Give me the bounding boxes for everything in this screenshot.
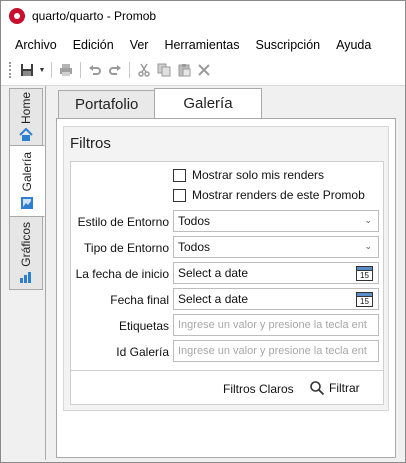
calendar-icon[interactable]: 15 [356, 266, 373, 281]
delete-icon[interactable] [195, 61, 213, 79]
dropdown-arrow-icon[interactable]: ▼ [38, 61, 46, 79]
menu-edicion[interactable]: Edición [65, 38, 122, 52]
chart-icon [20, 272, 31, 284]
only-my-renders-row[interactable]: Mostrar solo mis renders [173, 168, 324, 182]
tags-label: Etiquetas [118, 319, 169, 333]
calendar-day: 15 [360, 271, 369, 280]
copy-icon[interactable] [155, 61, 173, 79]
filters-title: Filtros [70, 135, 111, 152]
start-date-picker[interactable]: Select a date 15 [173, 262, 379, 284]
redo-icon[interactable] [106, 61, 124, 79]
start-date-label: La fecha de inicio [75, 267, 169, 281]
calendar-day: 15 [360, 297, 369, 306]
environment-style-select[interactable]: Todos ⌄ [173, 210, 379, 232]
this-promob-renders-label: Mostrar renders de este Promob [192, 188, 365, 202]
tab-portafolio[interactable]: Portafolio [58, 90, 156, 118]
menu-suscripcion[interactable]: Suscripción [247, 38, 328, 52]
environment-style-value: Todos [178, 214, 211, 228]
calendar-icon[interactable]: 15 [356, 292, 373, 307]
only-my-renders-label: Mostrar solo mis renders [192, 168, 325, 182]
filter-button-label: Filtrar [329, 381, 360, 395]
this-promob-renders-row[interactable]: Mostrar renders de este Promob [173, 188, 365, 202]
environment-type-value: Todos [178, 240, 211, 254]
environment-type-select[interactable]: Todos ⌄ [173, 236, 379, 258]
chevron-down-icon: ⌄ [364, 215, 372, 225]
environment-style-label: Estilo de Entorno [77, 215, 169, 229]
promob-logo-icon [9, 8, 25, 24]
only-my-renders-checkbox[interactable] [173, 168, 186, 182]
end-date-label: Fecha final [110, 293, 169, 307]
chevron-down-icon: ⌄ [364, 241, 372, 251]
side-tab-graficos-label: Gráficos [19, 221, 33, 267]
main-panel: Portafolio Galería Filtros Mostrar solo … [45, 86, 397, 460]
toolbar-separator [129, 62, 130, 78]
cut-icon[interactable] [135, 61, 153, 79]
toolbar-separator [51, 62, 52, 78]
menu-ayuda[interactable]: Ayuda [328, 38, 379, 52]
end-date-value: Select a date [178, 292, 249, 306]
environment-type-label: Tipo de Entorno [84, 241, 169, 255]
print-icon[interactable] [57, 61, 75, 79]
save-icon[interactable] [18, 61, 36, 79]
menu-archivo[interactable]: Archivo [7, 38, 65, 52]
tab-galeria[interactable]: Galería [154, 88, 262, 118]
end-date-picker[interactable]: Select a date 15 [173, 288, 379, 310]
toolbar-grip[interactable] [9, 62, 12, 78]
menu-ver[interactable]: Ver [122, 38, 157, 52]
side-tab-galeria[interactable]: Galería [9, 145, 45, 217]
start-date-value: Select a date [178, 266, 249, 280]
divider [71, 370, 383, 371]
clear-filters-button[interactable]: Filtros Claros [223, 382, 294, 396]
tab-bar: Portafolio Galería [58, 88, 262, 118]
home-icon [19, 128, 33, 141]
gallery-tab-page: Filtros Mostrar solo mis renders Mostrar… [56, 118, 396, 458]
gallery-id-input[interactable]: Ingrese un valor y presione la tecla ent [173, 340, 379, 362]
toolbar: ▼ [1, 59, 405, 81]
this-promob-renders-checkbox[interactable] [173, 188, 186, 202]
filter-button[interactable]: Filtrar [309, 380, 360, 396]
side-tab-galeria-label: Galería [20, 152, 34, 192]
search-icon [310, 381, 325, 396]
app-window: quarto/quarto - Promob Archivo Edición V… [0, 0, 406, 463]
window-title: quarto/quarto - Promob [32, 9, 157, 23]
undo-icon[interactable] [86, 61, 104, 79]
tags-input[interactable]: Ingrese un valor y presione la tecla ent [173, 314, 379, 336]
title-bar: quarto/quarto - Promob [1, 1, 405, 31]
menu-herramientas[interactable]: Herramientas [156, 38, 247, 52]
filters-form: Mostrar solo mis renders Mostrar renders… [70, 161, 384, 405]
gallery-icon [21, 196, 33, 209]
paste-icon[interactable] [175, 61, 193, 79]
side-tab-graficos[interactable]: Gráficos [9, 216, 43, 290]
side-tab-home-label: Home [19, 91, 33, 124]
menu-bar: Archivo Edición Ver Herramientas Suscrip… [1, 34, 405, 56]
toolbar-separator [80, 62, 81, 78]
side-tab-home[interactable]: Home [9, 88, 43, 146]
gallery-id-label: Id Galería [116, 345, 169, 359]
side-tab-strip: Home Galería Gráficos [9, 86, 45, 291]
filters-panel: Filtros Mostrar solo mis renders Mostrar… [63, 126, 389, 411]
